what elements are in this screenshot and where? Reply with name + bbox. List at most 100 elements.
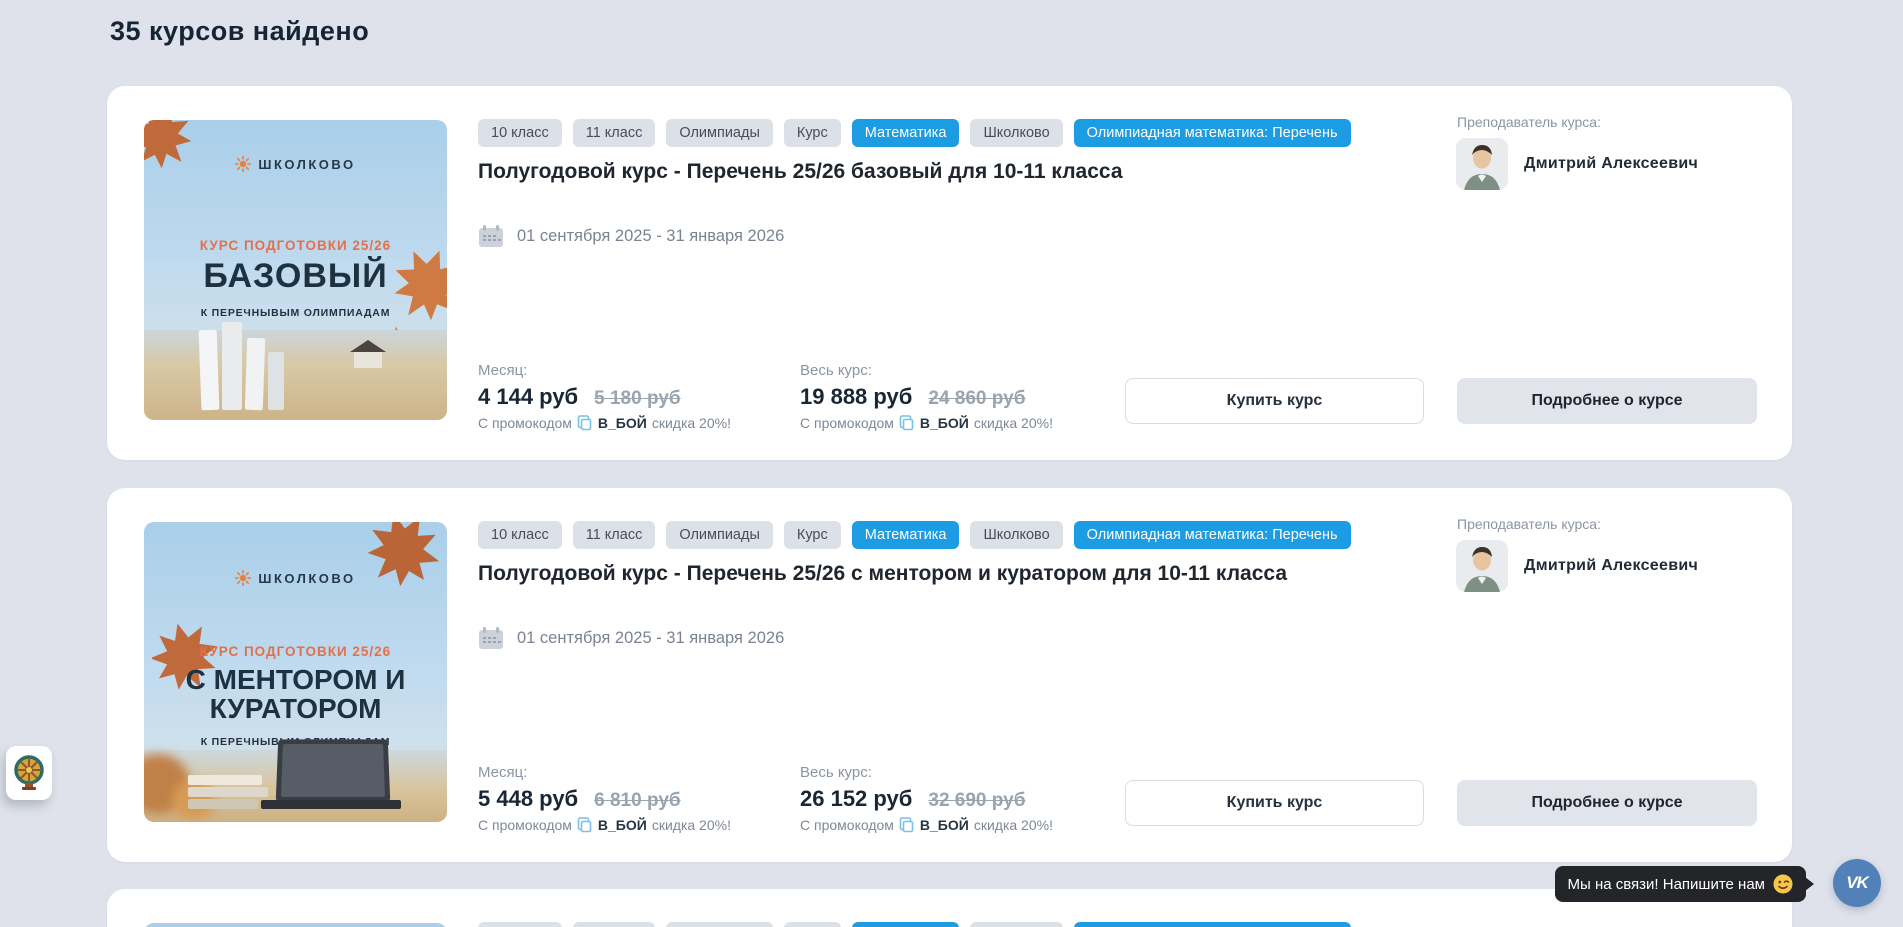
course-dates-text: 01 сентября 2025 - 31 января 2026 — [517, 629, 784, 648]
price-full-label: Весь курс: — [800, 764, 1100, 781]
chat-tooltip[interactable]: Мы на связи! Напишите нам — [1555, 866, 1807, 902]
tag-math[interactable]: Математика — [852, 119, 960, 147]
course-card: ШКОЛКОВО КУРС ПОДГОТОВКИ 25/26 БАЗОВЫЙ К… — [107, 86, 1792, 460]
tag-olympiad-math-list[interactable]: Олимпиадная математика: Перечень — [1074, 922, 1351, 927]
school-logo-text: ШКОЛКОВО — [258, 157, 355, 172]
tag-grade-11[interactable]: 11 класс — [573, 521, 656, 549]
tag-shkolkovo[interactable]: Школково — [970, 119, 1062, 147]
price-full-old: 32 690 руб — [928, 790, 1025, 812]
copy-icon[interactable] — [577, 415, 593, 431]
cover-illustration — [144, 750, 447, 822]
vk-icon: VK — [1846, 873, 1868, 893]
wink-smiley-icon — [1773, 874, 1793, 894]
copy-icon[interactable] — [577, 817, 593, 833]
price-month-old: 5 180 руб — [594, 388, 680, 410]
price-block-full-course: Весь курс: 19 888 руб 24 860 руб С промо… — [800, 362, 1100, 431]
promo-suffix: скидка 20%! — [974, 817, 1053, 833]
tag-course[interactable]: Курс — [784, 922, 841, 927]
cover-season-label: КУРС ПОДГОТОВКИ 25/26 — [144, 644, 447, 659]
cover-footer: К ПЕРЕЧНЫВЫМ ОЛИМПИАДАМ — [144, 307, 447, 319]
prize-wheel-widget[interactable] — [6, 746, 52, 800]
tag-olympiads[interactable]: Олимпиады — [666, 521, 773, 549]
price-month-current: 5 448 руб — [478, 786, 578, 812]
tag-list: 10 класс 11 класс Олимпиады Курс Математ… — [478, 119, 1351, 147]
tag-olympiad-math-list[interactable]: Олимпиадная математика: Перечень — [1074, 119, 1351, 147]
teacher-info: Дмитрий Алексеевич — [1456, 138, 1698, 190]
price-block-month: Месяц: 4 144 руб 5 180 руб С промокодом … — [478, 362, 778, 431]
course-details-button[interactable]: Подробнее о курсе — [1457, 780, 1757, 826]
promo-suffix: скидка 20%! — [652, 817, 731, 833]
promo-line: С промокодом В_БОЙ скидка 20%! — [800, 817, 1100, 833]
tag-olympiads[interactable]: Олимпиады — [666, 922, 773, 927]
tag-math[interactable]: Математика — [852, 521, 960, 549]
price-block-month: Месяц: 5 448 руб 6 810 руб С промокодом … — [478, 764, 778, 833]
tag-math[interactable]: Математика — [852, 922, 960, 927]
promo-prefix: С промокодом — [478, 415, 572, 431]
promo-code[interactable]: В_БОЙ — [598, 415, 647, 431]
tag-shkolkovo[interactable]: Школково — [970, 922, 1062, 927]
teacher-label: Преподаватель курса: — [1457, 516, 1601, 532]
calendar-icon — [478, 224, 504, 248]
promo-suffix: скидка 20%! — [652, 415, 731, 431]
sparkle-logo-icon — [235, 570, 251, 586]
course-cover-image[interactable] — [144, 923, 447, 927]
tag-shkolkovo[interactable]: Школково — [970, 521, 1062, 549]
course-dates-text: 01 сентября 2025 - 31 января 2026 — [517, 227, 784, 246]
teacher-label: Преподаватель курса: — [1457, 114, 1601, 130]
tag-grade-11[interactable]: 11 класс — [573, 119, 656, 147]
course-dates: 01 сентября 2025 - 31 января 2026 — [478, 626, 784, 650]
price-full-current: 19 888 руб — [800, 384, 912, 410]
course-details-button[interactable]: Подробнее о курсе — [1457, 378, 1757, 424]
cover-season-label: КУРС ПОДГОТОВКИ 25/26 — [144, 238, 447, 253]
tag-grade-11[interactable]: 11 класс — [573, 922, 656, 927]
copy-icon[interactable] — [899, 415, 915, 431]
course-card: ШКОЛКОВО КУРС ПОДГОТОВКИ 25/26 С МЕНТОРО… — [107, 488, 1792, 862]
price-full-current: 26 152 руб — [800, 786, 912, 812]
copy-icon[interactable] — [899, 817, 915, 833]
tag-grade-10[interactable]: 10 класс — [478, 521, 562, 549]
vk-chat-button[interactable]: VK — [1833, 859, 1881, 907]
promo-prefix: С промокодом — [478, 817, 572, 833]
price-full-label: Весь курс: — [800, 362, 1100, 379]
price-block-full-course: Весь курс: 26 152 руб 32 690 руб С промо… — [800, 764, 1100, 833]
promo-code[interactable]: В_БОЙ — [920, 415, 969, 431]
chat-tooltip-text: Мы на связи! Напишите нам — [1568, 876, 1766, 893]
tag-course[interactable]: Курс — [784, 521, 841, 549]
teacher-info: Дмитрий Алексеевич — [1456, 540, 1698, 592]
price-month-label: Месяц: — [478, 362, 778, 379]
prize-wheel-icon — [13, 755, 45, 791]
course-title-link[interactable]: Полугодовой курс - Перечень 25/26 базовы… — [478, 160, 1458, 184]
tag-course[interactable]: Курс — [784, 119, 841, 147]
school-logo: ШКОЛКОВО — [144, 570, 447, 586]
tag-grade-10[interactable]: 10 класс — [478, 922, 562, 927]
school-logo-text: ШКОЛКОВО — [258, 571, 355, 586]
school-logo: ШКОЛКОВО — [144, 156, 447, 172]
promo-code[interactable]: В_БОЙ — [598, 817, 647, 833]
price-month-current: 4 144 руб — [478, 384, 578, 410]
course-cover-image[interactable]: ШКОЛКОВО КУРС ПОДГОТОВКИ 25/26 С МЕНТОРО… — [144, 522, 447, 822]
price-month-old: 6 810 руб — [594, 790, 680, 812]
buy-course-button[interactable]: Купить курс — [1125, 780, 1424, 826]
promo-line: С промокодом В_БОЙ скидка 20%! — [478, 415, 778, 431]
promo-suffix: скидка 20%! — [974, 415, 1053, 431]
teacher-avatar — [1456, 540, 1508, 592]
cover-illustration — [144, 330, 447, 420]
tag-grade-10[interactable]: 10 класс — [478, 119, 562, 147]
teacher-name: Дмитрий Алексеевич — [1524, 155, 1698, 173]
price-full-old: 24 860 руб — [928, 388, 1025, 410]
buy-course-button[interactable]: Купить курс — [1125, 378, 1424, 424]
promo-code[interactable]: В_БОЙ — [920, 817, 969, 833]
teacher-avatar — [1456, 138, 1508, 190]
results-count-heading: 35 курсов найдено — [110, 16, 369, 47]
tag-list: 10 класс 11 класс Олимпиады Курс Математ… — [478, 521, 1351, 549]
sparkle-logo-icon — [235, 156, 251, 172]
course-title-link[interactable]: Полугодовой курс - Перечень 25/26 с мент… — [478, 562, 1458, 586]
course-card: 10 класс 11 класс Олимпиады Курс Математ… — [107, 889, 1792, 927]
course-cover-image[interactable]: ШКОЛКОВО КУРС ПОДГОТОВКИ 25/26 БАЗОВЫЙ К… — [144, 120, 447, 420]
tag-olympiads[interactable]: Олимпиады — [666, 119, 773, 147]
promo-prefix: С промокодом — [800, 415, 894, 431]
cover-title: БАЗОВЫЙ — [144, 259, 447, 295]
promo-line: С промокодом В_БОЙ скидка 20%! — [478, 817, 778, 833]
cover-title: С МЕНТОРОМ И КУРАТОРОМ — [144, 665, 447, 724]
tag-olympiad-math-list[interactable]: Олимпиадная математика: Перечень — [1074, 521, 1351, 549]
